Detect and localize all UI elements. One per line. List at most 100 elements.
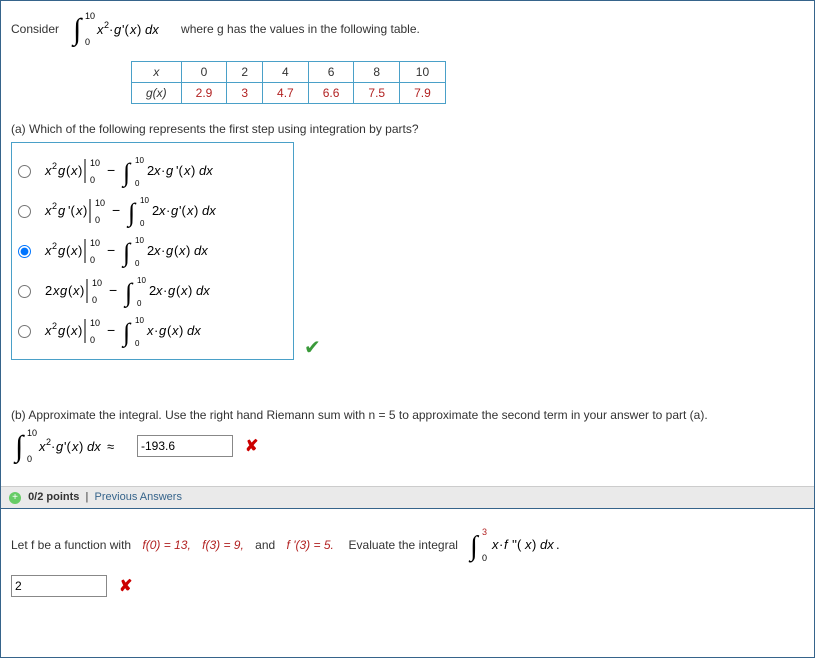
svg-text:x: x <box>155 283 163 298</box>
svg-text:∫: ∫ <box>126 198 137 228</box>
choice-row[interactable]: x 2 g ( x ) 10 0 − ∫ 10 0 2 x <box>18 233 258 269</box>
svg-text:·: · <box>51 439 55 454</box>
svg-text:·: · <box>109 22 113 37</box>
svg-text:'(: '( <box>176 163 183 178</box>
g-cell: 6.6 <box>308 83 354 104</box>
svg-text:0: 0 <box>85 37 90 47</box>
svg-text:2: 2 <box>52 321 57 331</box>
svg-text:x: x <box>72 283 80 298</box>
svg-text:): ) <box>137 22 141 37</box>
choice-radio-3[interactable] <box>18 245 31 258</box>
svg-text:∫: ∫ <box>468 531 480 563</box>
svg-text:g: g <box>166 243 174 258</box>
p2-answer-input[interactable] <box>11 575 107 597</box>
svg-text:g: g <box>58 163 66 178</box>
svg-text:10: 10 <box>90 158 100 168</box>
svg-text:0: 0 <box>27 454 32 464</box>
part-b-answer-input[interactable] <box>137 435 233 457</box>
svg-text:x: x <box>146 323 154 338</box>
x-cell: 8 <box>354 62 400 83</box>
choice-row[interactable]: x 2 g ( x ) 10 0 − ∫ 10 0 x · <box>18 313 258 349</box>
choice-radio-5[interactable] <box>18 325 31 338</box>
svg-text:): ) <box>80 283 84 298</box>
svg-text:10: 10 <box>85 11 95 21</box>
svg-text:·: · <box>166 203 170 218</box>
choice-expr-1: x 2 g ( x ) 10 0 − ∫ 10 0 2 x <box>43 153 253 189</box>
svg-text:0: 0 <box>137 299 142 308</box>
svg-text:10: 10 <box>90 238 100 248</box>
svg-text:x: x <box>44 163 52 178</box>
choice-expr-2: x 2 g '( x ) 10 0 − ∫ 10 0 2 x <box>43 193 258 229</box>
svg-text:dx: dx <box>87 439 101 454</box>
choice-row[interactable]: x 2 g '( x ) 10 0 − ∫ 10 0 2 x <box>18 193 258 229</box>
g-cell: 4.7 <box>263 83 309 104</box>
separator: | <box>86 491 89 503</box>
svg-text:): ) <box>186 243 190 258</box>
choice-row[interactable]: x 2 g ( x ) 10 0 − ∫ 10 0 2 x <box>18 153 258 189</box>
part-b-integral-expr: ∫ 10 0 x 2 · g '( x ) dx ≈ <box>11 426 131 466</box>
x-cell: 0 <box>181 62 227 83</box>
svg-text:·: · <box>154 323 158 338</box>
score-bar: + 0/2 points | Previous Answers <box>1 486 814 508</box>
svg-text:dx: dx <box>540 537 554 552</box>
x-header: x <box>132 62 182 83</box>
expand-icon[interactable]: + <box>9 492 21 504</box>
g-cell: 3 <box>227 83 263 104</box>
svg-text:∫: ∫ <box>121 158 132 188</box>
intro-integral-expr: ∫ 10 0 x 2 · g '( x ) dx <box>65 9 175 49</box>
svg-text:'(: '( <box>64 439 71 454</box>
svg-text:∫: ∫ <box>121 238 132 268</box>
choice-radio-2[interactable] <box>18 205 31 218</box>
svg-text:≈: ≈ <box>107 439 114 454</box>
part-b-prompt: (b) Approximate the integral. Use the ri… <box>11 408 804 422</box>
svg-text:dx: dx <box>194 243 208 258</box>
svg-text:10: 10 <box>135 316 144 325</box>
svg-text:∫: ∫ <box>121 318 132 348</box>
where-label: where g has the values in the following … <box>181 22 420 36</box>
choice-radio-4[interactable] <box>18 285 31 298</box>
svg-text:0: 0 <box>135 179 140 188</box>
svg-text:0: 0 <box>90 175 95 185</box>
choice-radio-1[interactable] <box>18 165 31 178</box>
g-table: x 0 2 4 6 8 10 g(x) 2.9 3 4.7 6.6 7.5 7.… <box>131 61 446 104</box>
svg-text:x: x <box>153 163 161 178</box>
svg-text:x: x <box>44 243 52 258</box>
table-row-x: x 0 2 4 6 8 10 <box>132 62 446 83</box>
svg-text:2: 2 <box>52 241 57 251</box>
svg-text:x: x <box>491 537 499 552</box>
p2-and: and <box>255 538 275 552</box>
svg-text:'(: '( <box>68 203 75 218</box>
svg-text:10: 10 <box>135 236 144 245</box>
svg-text:0: 0 <box>92 295 97 305</box>
svg-text:x: x <box>153 243 161 258</box>
svg-text:10: 10 <box>137 276 146 285</box>
svg-text:x: x <box>70 323 78 338</box>
svg-text:g: g <box>58 243 66 258</box>
svg-text:−: − <box>107 242 115 258</box>
svg-text:): ) <box>78 163 82 178</box>
x-cell: 4 <box>263 62 309 83</box>
correct-check-icon: ✔ <box>304 335 321 360</box>
svg-text:x: x <box>96 22 104 37</box>
choice-expr-3: x 2 g ( x ) 10 0 − ∫ 10 0 2 x <box>43 233 253 269</box>
consider-label: Consider <box>11 22 59 36</box>
part-b: (b) Approximate the integral. Use the ri… <box>11 408 804 466</box>
svg-text:2: 2 <box>45 283 52 298</box>
svg-text:10: 10 <box>90 318 100 328</box>
svg-text:dx: dx <box>199 163 213 178</box>
svg-text:·: · <box>163 283 167 298</box>
svg-text:2: 2 <box>52 201 57 211</box>
svg-text:·: · <box>161 243 165 258</box>
x-cell: 10 <box>400 62 446 83</box>
svg-text:): ) <box>532 537 536 552</box>
choice-row[interactable]: 2 x g ( x ) 10 0 − ∫ 10 0 2 x <box>18 273 258 309</box>
svg-text:·: · <box>161 163 165 178</box>
previous-answers-link[interactable]: Previous Answers <box>95 491 182 503</box>
incorrect-cross-icon: ✘ <box>119 576 132 596</box>
svg-text:−: − <box>107 162 115 178</box>
svg-text:x: x <box>70 243 78 258</box>
svg-text:g: g <box>60 283 68 298</box>
p2-eval: Evaluate the integral <box>349 538 458 552</box>
svg-text:0: 0 <box>95 215 100 225</box>
svg-text:): ) <box>83 203 87 218</box>
